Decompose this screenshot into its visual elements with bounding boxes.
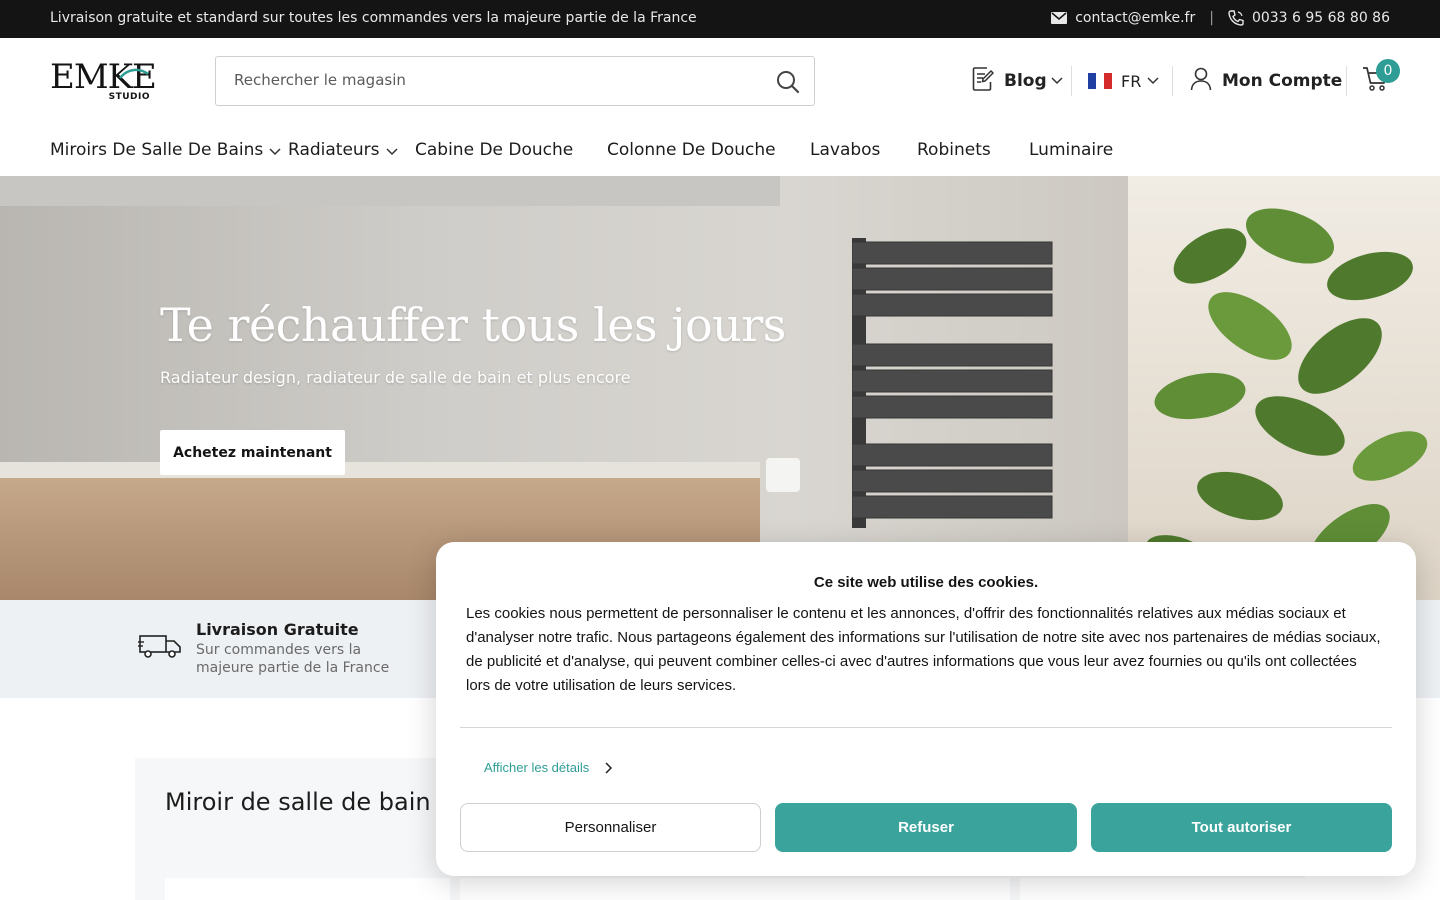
radiator-image bbox=[852, 238, 1053, 528]
customize-button[interactable]: Personnaliser bbox=[460, 803, 761, 852]
user-icon bbox=[1190, 67, 1212, 95]
plant-image bbox=[1145, 208, 1428, 577]
nav-item-robinets[interactable]: Robinets bbox=[917, 140, 1029, 160]
search-icon[interactable] bbox=[776, 70, 800, 94]
shop-now-button[interactable]: Achetez maintenant bbox=[160, 430, 345, 475]
show-details-link[interactable]: Afficher les détails bbox=[484, 760, 613, 775]
nav-item-lavabos[interactable]: Lavabos bbox=[810, 140, 917, 160]
nav-item-label: Colonne De Douche bbox=[607, 140, 776, 160]
feature-free-delivery: Livraison Gratuite Sur commandes vers la… bbox=[138, 620, 389, 677]
accept-all-button[interactable]: Tout autoriser bbox=[1091, 803, 1392, 852]
phone-icon bbox=[1228, 10, 1244, 26]
nav-item-luminaire[interactable]: Luminaire bbox=[1029, 140, 1113, 160]
language-label: FR bbox=[1121, 71, 1142, 91]
chevron-down-icon bbox=[386, 148, 398, 156]
logo-subtitle: STUDIO bbox=[108, 92, 150, 102]
divider bbox=[1172, 66, 1173, 96]
blog-label: Blog bbox=[1004, 71, 1047, 91]
chevron-right-icon bbox=[605, 761, 613, 774]
france-flag-icon bbox=[1088, 73, 1112, 89]
main-nav: Miroirs De Salle De Bains Radiateurs Cab… bbox=[50, 138, 1113, 162]
nav-item-label: Robinets bbox=[917, 140, 991, 160]
nav-item-cabine-de-douche[interactable]: Cabine De Douche bbox=[415, 140, 607, 160]
mail-icon bbox=[1051, 12, 1068, 24]
cookie-consent-dialog: Ce site web utilise des cookies. Les coo… bbox=[436, 542, 1416, 876]
nav-item-label: Radiateurs bbox=[288, 140, 380, 160]
nav-item-miroirs[interactable]: Miroirs De Salle De Bains bbox=[50, 140, 288, 160]
account-link[interactable]: Mon Compte bbox=[1190, 62, 1342, 100]
document-edit-icon bbox=[972, 66, 995, 96]
search-input[interactable] bbox=[234, 71, 754, 89]
truck-icon bbox=[138, 632, 182, 677]
show-details-label: Afficher les détails bbox=[484, 760, 590, 775]
hero-banner: Te réchauffer tous les jours Radiateur d… bbox=[0, 176, 1440, 600]
product-card[interactable] bbox=[725, 878, 1010, 900]
account-label: Mon Compte bbox=[1222, 71, 1343, 91]
announcement-bar: Livraison gratuite et standard sur toute… bbox=[0, 0, 1440, 38]
search-bar bbox=[215, 56, 815, 106]
nav-item-label: Luminaire bbox=[1029, 140, 1114, 160]
feature-description-line2: majeure partie de la France bbox=[196, 660, 390, 676]
product-card[interactable] bbox=[1020, 878, 1305, 900]
separator: | bbox=[1209, 10, 1214, 26]
announcement-text: Livraison gratuite et standard sur toute… bbox=[50, 10, 697, 26]
nav-item-colonne-de-douche[interactable]: Colonne De Douche bbox=[607, 140, 810, 160]
hero-title: Te réchauffer tous les jours bbox=[160, 298, 786, 352]
nav-item-label: Cabine De Douche bbox=[415, 140, 574, 160]
cart-count-badge: 0 bbox=[1376, 59, 1400, 83]
chevron-down-icon bbox=[1051, 77, 1063, 85]
product-card[interactable] bbox=[460, 878, 745, 900]
contact-email-link[interactable]: contact@emke.fr bbox=[1075, 10, 1195, 26]
cookie-title: Ce site web utilise des cookies. bbox=[813, 574, 1039, 591]
chevron-down-icon bbox=[1147, 77, 1159, 85]
divider bbox=[460, 727, 1392, 728]
divider bbox=[1346, 66, 1347, 96]
section-heading: Miroir de salle de bain bbox=[165, 788, 431, 816]
nav-item-label: Lavabos bbox=[810, 140, 881, 160]
nav-item-label: Miroirs De Salle De Bains bbox=[50, 140, 264, 160]
hero-socket bbox=[766, 458, 800, 492]
divider bbox=[1071, 66, 1072, 96]
feature-title: Livraison Gratuite bbox=[196, 620, 359, 639]
hero-shelf bbox=[0, 176, 780, 206]
product-card[interactable] bbox=[165, 878, 450, 900]
language-selector[interactable]: FR bbox=[1088, 62, 1159, 100]
emke-studio-logo[interactable]: EMKE STUDIO bbox=[50, 60, 157, 104]
logo-swoosh-icon bbox=[119, 68, 149, 79]
hero-subtitle: Radiateur design, radiateur de salle de … bbox=[160, 368, 631, 387]
nav-item-radiateurs[interactable]: Radiateurs bbox=[288, 140, 415, 160]
blog-link[interactable]: Blog bbox=[972, 62, 1063, 100]
feature-description-line1: Sur commandes vers la bbox=[196, 642, 362, 658]
chevron-down-icon bbox=[269, 148, 281, 156]
refuse-button[interactable]: Refuser bbox=[775, 803, 1077, 852]
contact-phone-link[interactable]: 0033 6 95 68 80 86 bbox=[1252, 10, 1390, 26]
cookie-description: Les cookies nous permettent de personnal… bbox=[466, 605, 1381, 694]
